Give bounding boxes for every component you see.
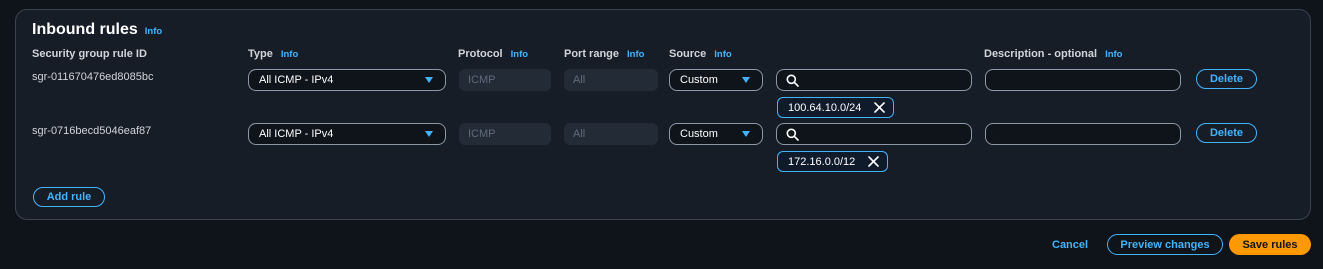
source-search-input[interactable] — [776, 123, 972, 145]
column-label-port-range: Port range — [564, 48, 620, 60]
column-header-protocol: Protocol Info — [458, 48, 528, 60]
cidr-token-label: 100.64.10.0/24 — [788, 101, 862, 114]
rule-id: sgr-011670476ed8085bc — [32, 71, 154, 83]
cancel-button[interactable]: Cancel — [1052, 239, 1088, 251]
description-input[interactable] — [985, 123, 1181, 145]
source-select-value: Custom — [680, 128, 718, 140]
port-range-info-link[interactable]: Info — [627, 49, 644, 60]
delete-button[interactable]: Delete — [1196, 69, 1257, 89]
column-label-type: Type — [248, 48, 273, 60]
column-header-type: Type Info — [248, 48, 298, 60]
protocol-info-link[interactable]: Info — [511, 49, 528, 60]
description-input[interactable] — [985, 69, 1181, 91]
column-label-protocol: Protocol — [458, 48, 503, 60]
cidr-token: 172.16.0.0/12 — [777, 151, 888, 172]
save-rules-button[interactable]: Save rules — [1229, 234, 1311, 255]
source-select[interactable]: Custom — [669, 69, 763, 91]
delete-button[interactable]: Delete — [1196, 123, 1257, 143]
caret-down-icon — [742, 77, 750, 83]
close-icon[interactable] — [868, 156, 879, 167]
cidr-token-label: 172.16.0.0/12 — [788, 155, 856, 168]
search-icon — [786, 128, 799, 141]
caret-down-icon — [425, 77, 433, 83]
port-range-field: All — [564, 123, 658, 145]
source-search-input[interactable] — [776, 69, 972, 91]
section-header: Inbound rules Info — [32, 21, 162, 39]
caret-down-icon — [425, 131, 433, 137]
column-label-rule-id: Security group rule ID — [32, 48, 147, 60]
column-header-rule-id: Security group rule ID — [32, 48, 147, 60]
column-label-source: Source — [669, 48, 707, 60]
protocol-field: ICMP — [459, 123, 551, 145]
source-info-link[interactable]: Info — [714, 49, 731, 60]
close-icon[interactable] — [874, 102, 885, 113]
type-select-value: All ICMP - IPv4 — [259, 74, 334, 86]
add-rule-button[interactable]: Add rule — [33, 187, 105, 207]
column-header-source: Source Info — [669, 48, 732, 60]
source-select-value: Custom — [680, 74, 718, 86]
section-title: Inbound rules — [32, 21, 138, 38]
search-icon — [786, 74, 799, 87]
column-label-description: Description - optional — [984, 48, 1098, 60]
type-select-value: All ICMP - IPv4 — [259, 128, 334, 140]
port-range-field: All — [564, 69, 658, 91]
caret-down-icon — [742, 131, 750, 137]
rule-id: sgr-0716becd5046eaf87 — [32, 125, 152, 137]
type-select[interactable]: All ICMP - IPv4 — [248, 69, 446, 91]
source-select[interactable]: Custom — [669, 123, 763, 145]
inbound-rules-panel: Inbound rules Info Security group rule I… — [15, 9, 1311, 220]
column-header-port-range: Port range Info — [564, 48, 644, 60]
type-info-link[interactable]: Info — [281, 49, 298, 60]
protocol-field: ICMP — [459, 69, 551, 91]
section-info-link[interactable]: Info — [145, 26, 162, 37]
cidr-token: 100.64.10.0/24 — [777, 97, 894, 118]
preview-changes-button[interactable]: Preview changes — [1107, 234, 1223, 255]
column-header-description: Description - optional Info — [984, 48, 1122, 60]
type-select[interactable]: All ICMP - IPv4 — [248, 123, 446, 145]
description-info-link[interactable]: Info — [1105, 49, 1122, 60]
